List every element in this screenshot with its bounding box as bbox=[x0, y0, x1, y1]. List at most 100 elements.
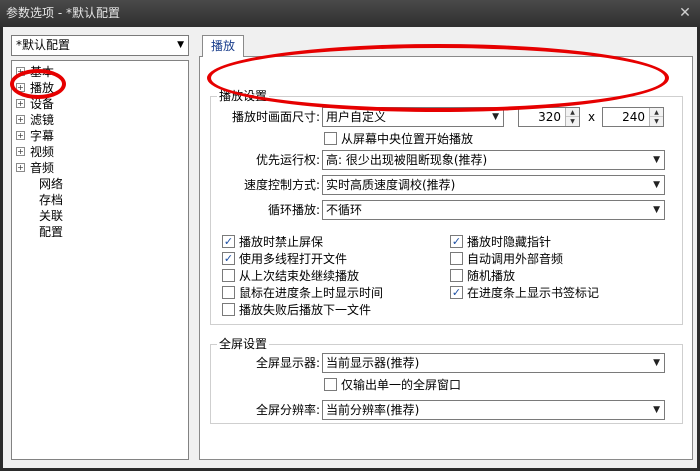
tree-item-subtitle[interactable]: + 字幕 bbox=[16, 128, 54, 144]
title-bar: 参数选项 - *默认配置 ✕ bbox=[0, 0, 700, 27]
tree-item-label: 设备 bbox=[30, 97, 55, 111]
option-label: 使用多线程打开文件 bbox=[239, 252, 348, 266]
option-show-time[interactable]: 鼠标在进度条上时显示时间 bbox=[222, 285, 383, 301]
option-label: 播放时禁止屏保 bbox=[239, 235, 324, 249]
spin-up-icon[interactable]: ▲ bbox=[650, 108, 663, 117]
tree-item-label: 音频 bbox=[30, 161, 55, 175]
resolution-select-value: 当前分辨率(推荐) bbox=[326, 403, 420, 417]
tab-playback[interactable]: 播放 bbox=[202, 35, 244, 57]
option-external-audio[interactable]: 自动调用外部音频 bbox=[450, 251, 563, 267]
tree-item-label: 字幕 bbox=[30, 129, 55, 143]
checkbox-box[interactable] bbox=[450, 269, 463, 282]
profile-select-value: *默认配置 bbox=[16, 38, 71, 52]
tree-item-config[interactable]: 配置 bbox=[39, 224, 63, 240]
tree-item-playback[interactable]: + 播放 bbox=[16, 80, 55, 96]
chevron-down-icon: ▼ bbox=[653, 155, 660, 165]
size-label: 播放时画面尺寸: bbox=[231, 110, 320, 124]
checkbox-checked[interactable]: ✓ bbox=[222, 252, 235, 265]
checkbox-box[interactable] bbox=[450, 252, 463, 265]
playback-settings-title: 播放设置 bbox=[217, 89, 270, 103]
tree-item-label: 播放 bbox=[30, 81, 55, 95]
priority-label: 优先运行权: bbox=[255, 153, 320, 167]
tree-item-network[interactable]: 网络 bbox=[39, 176, 63, 192]
loop-label: 循环播放: bbox=[267, 203, 320, 217]
height-spinner[interactable]: 240 ▲ ▼ bbox=[602, 107, 664, 127]
display-select-value: 当前显示器(推荐) bbox=[326, 356, 420, 370]
single-window-checkbox[interactable]: 仅输出单一的全屏窗口 bbox=[324, 377, 461, 393]
tree-item-label: 视频 bbox=[30, 145, 55, 159]
tree-item-filter[interactable]: + 滤镜 bbox=[16, 112, 54, 128]
category-tree[interactable]: + 基本 + 播放 + 设备 + 滤镜 + 字幕 + 视频 + 音频 网络 存档 关联 配置 bbox=[11, 60, 189, 460]
size-select-value: 用户自定义 bbox=[326, 110, 387, 124]
expand-icon[interactable]: + bbox=[16, 131, 25, 140]
expand-icon[interactable]: + bbox=[16, 99, 25, 108]
start-center-checkbox[interactable]: 从屏幕中央位置开始播放 bbox=[324, 131, 473, 147]
checkbox-checked[interactable]: ✓ bbox=[450, 235, 463, 248]
tree-item-device[interactable]: + 设备 bbox=[16, 96, 54, 112]
option-label: 自动调用外部音频 bbox=[467, 252, 564, 266]
single-window-label: 仅输出单一的全屏窗口 bbox=[341, 378, 462, 392]
speed-select-value: 实时高质速度调校(推荐) bbox=[326, 178, 456, 192]
checkbox-checked[interactable]: ✓ bbox=[450, 286, 463, 299]
expand-icon[interactable]: + bbox=[16, 147, 25, 156]
tree-item-archive[interactable]: 存档 bbox=[39, 192, 63, 208]
expand-icon[interactable]: + bbox=[16, 67, 25, 76]
option-bookmarks[interactable]: ✓ 在进度条上显示书签标记 bbox=[450, 285, 599, 301]
spin-down-icon[interactable]: ▼ bbox=[650, 117, 663, 126]
checkbox-box[interactable] bbox=[222, 303, 235, 316]
tree-item-association[interactable]: 关联 bbox=[39, 208, 63, 224]
width-value: 320 bbox=[538, 110, 561, 124]
close-icon[interactable]: ✕ bbox=[676, 4, 694, 22]
loop-select[interactable]: 不循环 ▼ bbox=[322, 200, 665, 220]
option-multithread[interactable]: ✓ 使用多线程打开文件 bbox=[222, 251, 347, 267]
tree-item-label: 配置 bbox=[39, 225, 64, 239]
option-hide-cursor[interactable]: ✓ 播放时隐藏指针 bbox=[450, 234, 551, 250]
option-label: 随机播放 bbox=[467, 269, 516, 283]
expand-icon[interactable]: + bbox=[16, 83, 25, 92]
speed-select[interactable]: 实时高质速度调校(推荐) ▼ bbox=[322, 175, 665, 195]
expand-icon[interactable]: + bbox=[16, 115, 25, 124]
resolution-select[interactable]: 当前分辨率(推荐) ▼ bbox=[322, 400, 665, 420]
checkbox-box[interactable] bbox=[324, 132, 337, 145]
fullscreen-settings-title: 全屏设置 bbox=[217, 337, 270, 351]
tree-item-label: 基本 bbox=[30, 65, 55, 79]
option-label: 播放时隐藏指针 bbox=[467, 235, 552, 249]
spin-down-icon[interactable]: ▼ bbox=[566, 117, 579, 126]
resolution-label: 全屏分辨率: bbox=[255, 403, 320, 417]
preferences-window: 参数选项 - *默认配置 ✕ *默认配置 ▼ + 基本 + 播放 + 设备 + 滤镜 +… bbox=[0, 0, 700, 471]
chevron-down-icon: ▼ bbox=[653, 405, 660, 415]
option-label: 鼠标在进度条上时显示时间 bbox=[239, 286, 384, 300]
window-title: 参数选项 - *默认配置 bbox=[6, 6, 120, 20]
chevron-down-icon: ▼ bbox=[492, 112, 499, 122]
option-shuffle[interactable]: 随机播放 bbox=[450, 268, 515, 284]
spin-up-icon[interactable]: ▲ bbox=[566, 108, 579, 117]
option-resume[interactable]: 从上次结束处继续播放 bbox=[222, 268, 359, 284]
display-label: 全屏显示器: bbox=[255, 356, 320, 370]
display-select[interactable]: 当前显示器(推荐) ▼ bbox=[322, 353, 665, 373]
profile-select[interactable]: *默认配置 ▼ bbox=[11, 35, 189, 56]
chevron-down-icon: ▼ bbox=[653, 358, 660, 368]
settings-panel: 播放设置 播放时画面尺寸: 用户自定义 ▼ 320 ▲ ▼ x 240 ▲ ▼ 从屏… bbox=[199, 56, 693, 460]
size-select[interactable]: 用户自定义 ▼ bbox=[322, 107, 504, 127]
width-spinner[interactable]: 320 ▲ ▼ bbox=[518, 107, 580, 127]
option-label: 播放失败后播放下一文件 bbox=[239, 303, 372, 317]
height-value: 240 bbox=[622, 110, 645, 124]
priority-select[interactable]: 高: 很少出现被阻断现象(推荐) ▼ bbox=[322, 150, 665, 170]
checkbox-box[interactable] bbox=[222, 286, 235, 299]
option-play-next[interactable]: 播放失败后播放下一文件 bbox=[222, 302, 371, 318]
tree-item-video[interactable]: + 视频 bbox=[16, 144, 54, 160]
tree-item-label: 关联 bbox=[39, 209, 64, 223]
tree-item-audio[interactable]: + 音频 bbox=[16, 160, 54, 176]
start-center-label: 从屏幕中央位置开始播放 bbox=[341, 132, 474, 146]
tree-item-basic[interactable]: + 基本 bbox=[16, 64, 54, 80]
speed-label: 速度控制方式: bbox=[243, 178, 320, 192]
tree-item-label: 滤镜 bbox=[30, 113, 55, 127]
expand-icon[interactable]: + bbox=[16, 163, 25, 172]
option-label: 在进度条上显示书签标记 bbox=[467, 286, 600, 300]
checkbox-box[interactable] bbox=[222, 269, 235, 282]
option-no-screensaver[interactable]: ✓ 播放时禁止屏保 bbox=[222, 234, 323, 250]
dialog-client: *默认配置 ▼ + 基本 + 播放 + 设备 + 滤镜 + 字幕 + 视频 + 音频 网络 存… bbox=[3, 27, 697, 468]
loop-select-value: 不循环 bbox=[326, 203, 363, 217]
checkbox-checked[interactable]: ✓ bbox=[222, 235, 235, 248]
checkbox-box[interactable] bbox=[324, 378, 337, 391]
